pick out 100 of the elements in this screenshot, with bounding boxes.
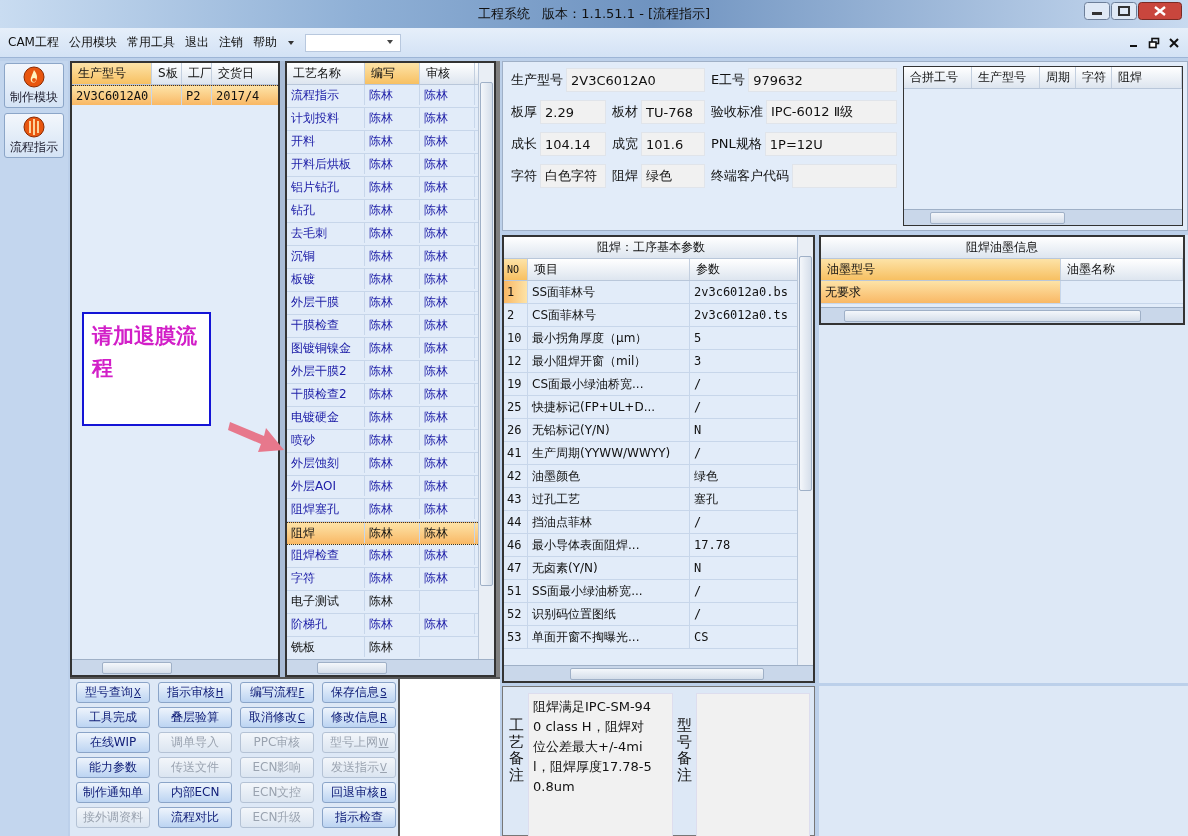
process-row[interactable]: 电镀硬金 陈林 陈林: [287, 407, 478, 430]
process-row[interactable]: 外层干膜2 陈林 陈林: [287, 361, 478, 384]
field-label: 阻焊: [612, 167, 638, 185]
process-row[interactable]: 外层干膜 陈林 陈林: [287, 292, 478, 315]
window-title: 工程系统 版本：1.1.51.1 - [流程指示]: [477, 5, 711, 23]
action-button[interactable]: 修改信息R: [322, 707, 396, 728]
process-row[interactable]: 计划投料 陈林 陈林: [287, 108, 478, 131]
table-cell: 陈林: [365, 523, 420, 543]
column-header[interactable]: NO: [504, 259, 528, 280]
process-row[interactable]: 铝片钻孔 陈林 陈林: [287, 177, 478, 200]
process-row[interactable]: 开料 陈林 陈林: [287, 131, 478, 154]
scrollbar[interactable]: [821, 307, 1183, 323]
scrollbar[interactable]: [797, 237, 813, 665]
input-field[interactable]: 2.29: [540, 100, 606, 124]
process-row[interactable]: 阻焊检查 陈林 陈林: [287, 545, 478, 568]
action-button[interactable]: 叠层验算: [158, 707, 232, 728]
input-field[interactable]: 101.6: [641, 132, 705, 156]
menu-item[interactable]: 常用工具: [126, 34, 175, 51]
column-header[interactable]: 阻焊: [1112, 67, 1182, 88]
close-icon[interactable]: [1168, 36, 1180, 49]
process-row[interactable]: 板镀 陈林 陈林: [287, 269, 478, 292]
field-label: 型号备注: [677, 717, 692, 783]
scrollbar[interactable]: [504, 665, 813, 681]
menu-item[interactable]: 公用模块: [68, 34, 117, 51]
action-button[interactable]: 能力参数: [76, 757, 150, 778]
scrollbar[interactable]: [287, 659, 494, 675]
maximize-icon[interactable]: [1111, 2, 1137, 20]
column-header[interactable]: 审核: [420, 63, 475, 84]
process-row[interactable]: 去毛刺 陈林 陈林: [287, 223, 478, 246]
close-icon[interactable]: [1138, 2, 1182, 20]
minimize-icon[interactable]: [1084, 2, 1110, 20]
combo-box[interactable]: [304, 33, 401, 52]
table-cell: 干膜检查: [287, 315, 365, 335]
column-header[interactable]: 生产型号: [72, 63, 152, 84]
table-cell[interactable]: 无要求: [821, 281, 1061, 303]
process-row[interactable]: 阶梯孔 陈林 陈林: [287, 614, 478, 637]
action-button[interactable]: 取消修改C: [240, 707, 314, 728]
restore-icon[interactable]: [1148, 36, 1160, 49]
column-header[interactable]: 参数: [690, 259, 797, 280]
action-button[interactable]: 工具完成: [76, 707, 150, 728]
process-row[interactable]: 沉铜 陈林 陈林: [287, 246, 478, 269]
table-cell: 开料后烘板: [287, 154, 365, 174]
column-header[interactable]: 项目: [528, 259, 690, 280]
process-row[interactable]: 钻孔 陈林 陈林: [287, 200, 478, 223]
column-header[interactable]: 油墨名称: [1061, 259, 1183, 280]
process-row[interactable]: 干膜检查2 陈林 陈林: [287, 384, 478, 407]
input-field[interactable]: 1P=12U: [764, 132, 897, 156]
scrollbar[interactable]: [904, 209, 1182, 225]
menu-item[interactable]: CAM工程: [8, 34, 59, 51]
action-button[interactable]: 回退审核B: [322, 782, 396, 803]
column-header[interactable]: S板: [152, 63, 182, 84]
process-row[interactable]: 流程指示 陈林 陈林: [287, 85, 478, 108]
process-row[interactable]: 图镀铜镍金 陈林 陈林: [287, 338, 478, 361]
process-row[interactable]: 阻焊 陈林 陈林: [287, 522, 478, 545]
nav-button[interactable]: 制作模块: [4, 63, 64, 108]
action-button[interactable]: 流程对比: [158, 807, 232, 828]
order-row[interactable]: 2V3C6012A0 P2 2017/4: [72, 85, 278, 105]
column-header[interactable]: 油墨型号: [821, 259, 1061, 280]
column-header[interactable]: 生产型号: [972, 67, 1040, 88]
process-row[interactable]: 字符 陈林 陈林: [287, 568, 478, 591]
dropdown-arrow-icon[interactable]: [286, 39, 295, 46]
column-header[interactable]: 合拼工号: [904, 67, 972, 88]
action-button[interactable]: 在线WIP: [76, 732, 150, 753]
row-number: 19: [504, 373, 528, 395]
column-header[interactable]: 编写: [365, 63, 420, 84]
action-button[interactable]: 指示审核H: [158, 682, 232, 703]
process-row[interactable]: 外层AOI 陈林 陈林: [287, 476, 478, 499]
text-area[interactable]: 阻焊满足IPC-SM-940 class H，阻焊对位公差最大+/-4mil，阻焊厚度17.78-50.8um: [528, 693, 673, 836]
action-button[interactable]: 制作通知单: [76, 782, 150, 803]
input-field[interactable]: 2V3C6012A0: [566, 68, 705, 92]
process-row[interactable]: 电子测试 陈林: [287, 591, 478, 614]
input-field[interactable]: TU-768: [641, 100, 705, 124]
menu-item[interactable]: 退出: [184, 34, 209, 51]
action-button[interactable]: 内部ECN: [158, 782, 232, 803]
input-field[interactable]: 绿色: [641, 164, 705, 188]
row-number: 1: [504, 281, 528, 303]
column-header[interactable]: 交货日: [212, 63, 278, 84]
text-area[interactable]: [696, 693, 810, 836]
nav-button[interactable]: 流程指示: [4, 113, 64, 158]
scrollbar[interactable]: [478, 63, 494, 659]
menu-item[interactable]: 注销: [218, 34, 243, 51]
table-cell: 陈林: [420, 568, 475, 588]
input-field[interactable]: 979632: [748, 68, 897, 92]
process-row[interactable]: 外层蚀刻 陈林 陈林: [287, 453, 478, 476]
process-row[interactable]: 开料后烘板 陈林 陈林: [287, 154, 478, 177]
column-header[interactable]: 周期: [1040, 67, 1076, 88]
action-button[interactable]: 保存信息S: [322, 682, 396, 703]
scrollbar[interactable]: [72, 659, 278, 675]
action-button[interactable]: 指示检查: [322, 807, 396, 828]
input-field[interactable]: 104.14: [540, 132, 606, 156]
menu-item[interactable]: 帮助: [252, 34, 277, 51]
column-header[interactable]: 工厂: [182, 63, 212, 84]
table-cell: 计划投料: [287, 108, 365, 128]
action-button[interactable]: 型号查询X: [76, 682, 150, 703]
input-field[interactable]: IPC-6012 Ⅱ级: [766, 100, 897, 124]
column-header[interactable]: 字符: [1076, 67, 1112, 88]
input-field[interactable]: 白色字符: [540, 164, 606, 188]
process-row[interactable]: 喷砂 陈林 陈林: [287, 430, 478, 453]
process-row[interactable]: 干膜检查 陈林 陈林: [287, 315, 478, 338]
action-button[interactable]: 编写流程F: [240, 682, 314, 703]
